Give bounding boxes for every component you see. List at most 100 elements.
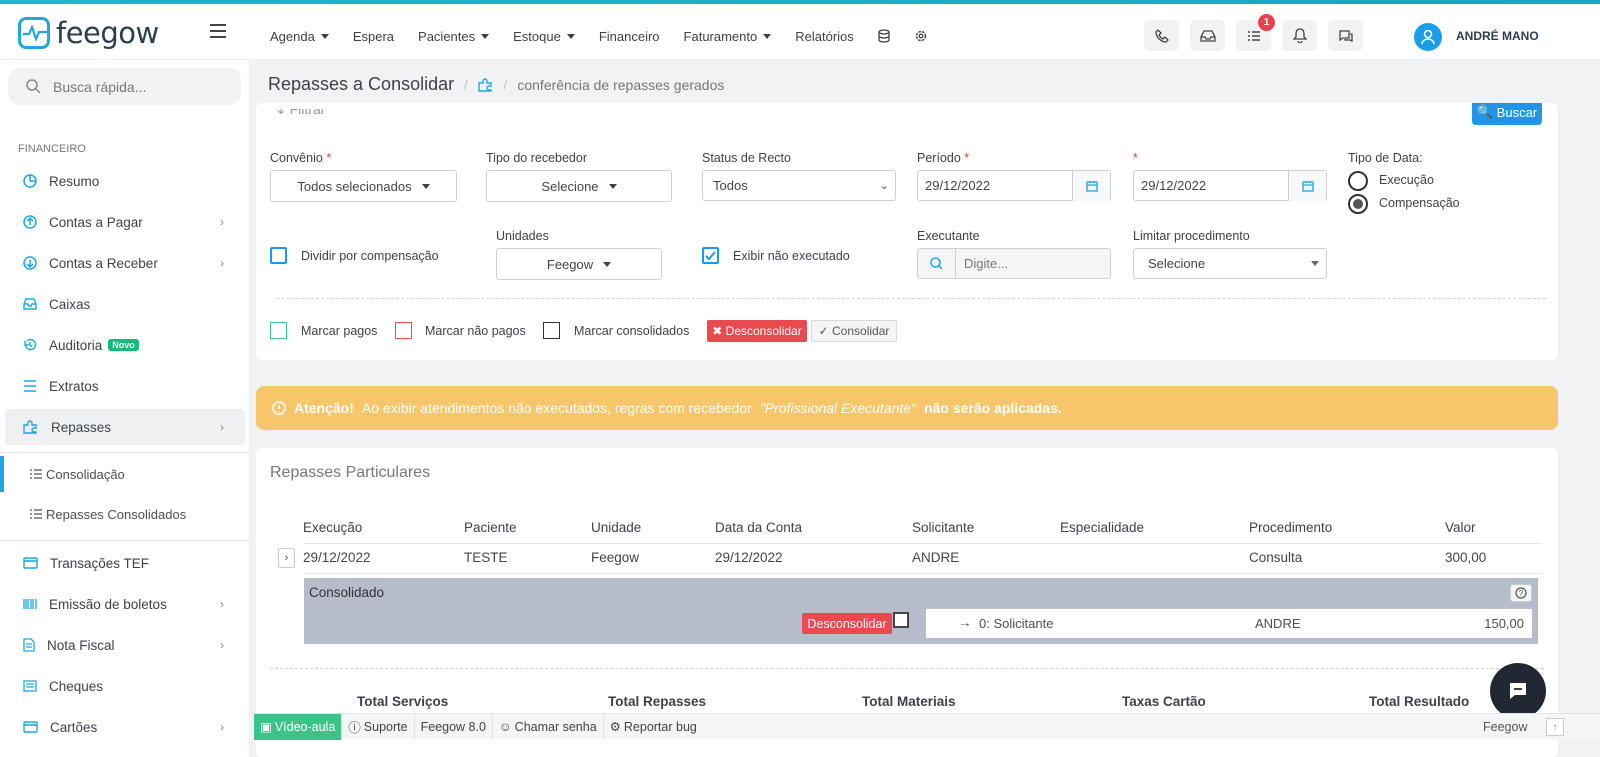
inbox-icon[interactable]	[1190, 20, 1225, 51]
calendar-icon[interactable]	[1288, 171, 1326, 201]
sidebar-item-repasses[interactable]: Repasses ›	[5, 409, 245, 445]
marcar-consolidados-box[interactable]	[543, 322, 560, 339]
check-icon	[23, 680, 37, 692]
convenio-label: Convênio *	[270, 151, 332, 165]
settings-gear-icon[interactable]	[914, 29, 928, 43]
unidades-select[interactable]: Feegow	[496, 248, 662, 280]
video-aula-link[interactable]: ▣ Vídeo-aula	[254, 713, 343, 740]
nav-espera[interactable]: Espera	[353, 29, 394, 44]
status-recto-select[interactable]: Todos ⌄	[702, 170, 896, 201]
list-icon	[30, 469, 42, 479]
puzzle-icon	[23, 420, 37, 434]
nav-financeiro[interactable]: Financeiro	[599, 29, 660, 44]
sidebar-item-contas-receber[interactable]: Contas a Receber ›	[0, 245, 250, 281]
marcar-nao-pagos-label[interactable]: Marcar não pagos	[425, 324, 526, 338]
convenio-select[interactable]: Todos selecionados	[270, 170, 457, 202]
chamar-senha-link[interactable]: ☺ Chamar senha	[493, 713, 604, 740]
column-header: Paciente	[464, 520, 517, 535]
sidebar-item-transacoes-tef[interactable]: Transações TEF	[0, 545, 250, 581]
hamburger-menu-icon[interactable]	[210, 24, 226, 41]
main-nav: Agenda Espera Pacientes Estoque Financei…	[270, 8, 928, 64]
chat-bubble-icon	[1510, 683, 1526, 699]
marcar-consolidados-label[interactable]: Marcar consolidados	[574, 324, 689, 338]
tipo-data-label: Tipo de Data:	[1348, 151, 1423, 165]
toolbar-icons: 1	[1144, 14, 1363, 51]
exibir-nao-executado-checkbox[interactable]	[702, 247, 719, 264]
radio-execucao[interactable]	[1348, 171, 1368, 191]
marcar-nao-pagos-box[interactable]	[395, 322, 412, 339]
chevron-right-icon: ›	[220, 638, 224, 652]
search-icon	[26, 79, 41, 94]
divider	[304, 573, 1542, 574]
calendar-icon[interactable]	[1072, 171, 1110, 201]
tasks-icon[interactable]: 1	[1236, 14, 1275, 51]
history-icon	[24, 338, 37, 351]
taxas-cartao-label: Taxas Cartão	[1122, 694, 1206, 709]
sidebar-item-boletos[interactable]: Emissão de boletos ›	[0, 586, 250, 622]
sidebar-item-nota-fiscal[interactable]: Nota Fiscal ›	[0, 627, 250, 663]
footer-brand: Feegow	[1483, 720, 1528, 734]
chat-icon[interactable]	[1328, 20, 1363, 51]
desconsolidar-button[interactable]: ✖ Desconsolidar	[707, 320, 807, 342]
help-icon[interactable]: ?	[1510, 584, 1532, 602]
chat-launcher-button[interactable]	[1490, 663, 1546, 719]
cell-data-conta: 29/12/2022	[715, 550, 783, 565]
nav-pacientes[interactable]: Pacientes	[418, 29, 490, 44]
nav-relatorios[interactable]: Relatórios	[795, 29, 854, 44]
executante-input[interactable]: Digite...	[917, 248, 1111, 279]
sidebar-subitem-consolidacao[interactable]: Consolidação	[0, 456, 250, 492]
cell-solicitante: ANDRE	[912, 550, 960, 565]
consolidado-name: ANDRE	[1255, 616, 1301, 631]
marcar-pagos-box[interactable]	[270, 322, 287, 339]
page-title: Repasses a Consolidar	[268, 74, 455, 94]
nav-agenda[interactable]: Agenda	[270, 29, 329, 44]
reportar-bug-link[interactable]: ⚙ Reportar bug	[604, 714, 703, 740]
cell-paciente[interactable]: TESTE	[464, 550, 508, 565]
user-avatar[interactable]	[1414, 23, 1442, 51]
desconsolidar-row-button[interactable]: Desconsolidar	[802, 613, 892, 634]
expand-row-button[interactable]: ›	[278, 548, 295, 568]
sidebar-item-extratos[interactable]: Extratos	[0, 368, 250, 404]
quick-search-input[interactable]: Busca rápida...	[8, 68, 241, 105]
nav-estoque[interactable]: Estoque	[513, 29, 575, 44]
logo[interactable]: feegow	[18, 16, 159, 50]
consolidado-checkbox[interactable]	[893, 612, 909, 628]
consolidar-button[interactable]: ✓ Consolidar	[811, 320, 897, 342]
sidebar-item-auditoria[interactable]: Auditoria Novo	[0, 327, 250, 363]
notification-badge: 1	[1258, 14, 1275, 31]
radio-compensacao[interactable]	[1348, 194, 1368, 214]
credit-card-icon	[23, 557, 38, 569]
tipo-recebedor-select[interactable]: Selecione	[486, 170, 672, 202]
sidebar-item-caixas[interactable]: Caixas	[0, 286, 250, 322]
sidebar-item-cartoes[interactable]: Cartões ›	[0, 709, 250, 745]
phone-icon[interactable]	[1144, 20, 1179, 51]
sidebar-item-resumo[interactable]: Resumo	[0, 163, 250, 199]
column-header: Especialidade	[1060, 520, 1145, 535]
user-name[interactable]: ANDRÉ MANO	[1456, 29, 1539, 43]
periodo-to-input[interactable]: 29/12/2022	[1133, 170, 1327, 201]
info-icon	[272, 401, 286, 415]
limitar-procedimento-select[interactable]: Selecione	[1133, 248, 1327, 279]
bug-icon: ⚙	[609, 720, 621, 734]
total-resultado-label: Total Resultado	[1369, 694, 1470, 709]
marcar-pagos-label[interactable]: Marcar pagos	[301, 324, 377, 338]
dividir-checkbox[interactable]	[270, 247, 287, 264]
search-icon	[918, 249, 956, 278]
nav-faturamento[interactable]: Faturamento	[684, 29, 772, 44]
periodo-from-input[interactable]: 29/12/2022	[917, 170, 1111, 201]
search-button[interactable]: 🔍 Buscar	[1472, 103, 1542, 125]
sidebar-item-contas-pagar[interactable]: Contas a Pagar ›	[0, 204, 250, 240]
puzzle-icon[interactable]	[478, 77, 494, 92]
caret-down-icon	[320, 33, 329, 39]
footer-bar: ▣ Vídeo-aula ⓘ Suporte Feegow 8.0 ☺ Chamar …	[250, 713, 1600, 740]
arrow-up-circle-icon	[23, 215, 37, 229]
total-materiais-label: Total Materiais	[862, 694, 956, 709]
suporte-link[interactable]: ⓘ Suporte	[342, 713, 415, 740]
sidebar-item-cheques[interactable]: Cheques	[0, 668, 250, 704]
sidebar-subitem-repasses-consolidados[interactable]: Repasses Consolidados	[0, 496, 250, 532]
scroll-top-button[interactable]: ↑	[1546, 718, 1564, 736]
consolidado-item-row: → 0: Solicitante ANDRE 150,00	[926, 609, 1532, 638]
divider	[0, 452, 250, 453]
bell-icon[interactable]	[1282, 20, 1317, 51]
database-icon[interactable]	[878, 29, 890, 43]
